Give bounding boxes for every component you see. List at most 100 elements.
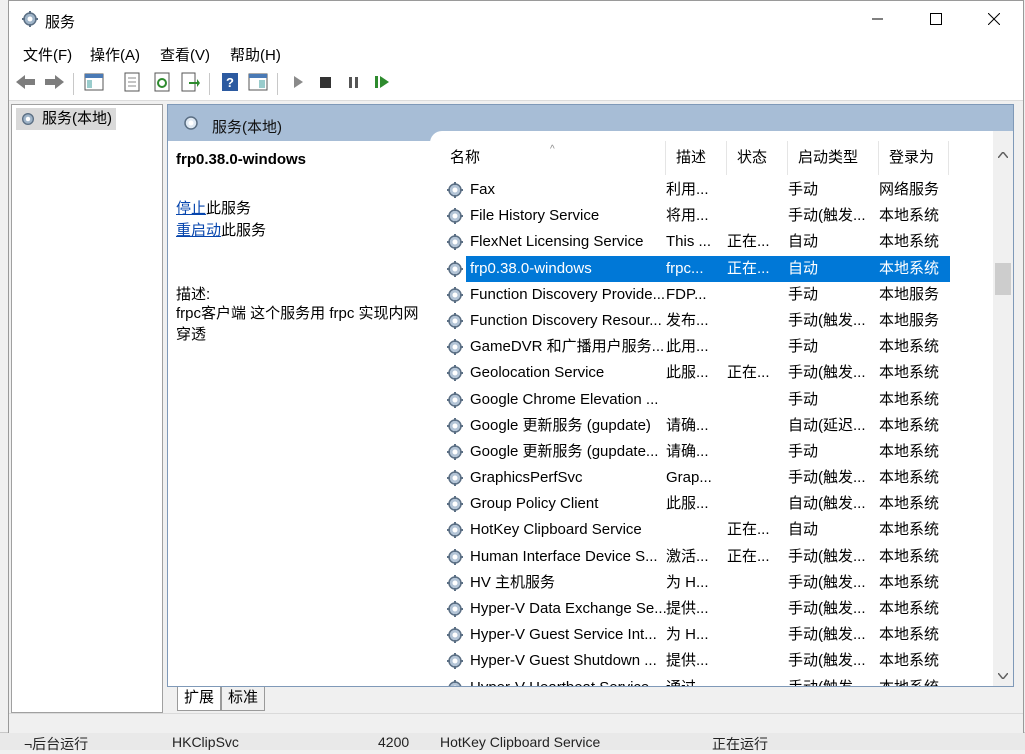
service-description-cell: 请确... xyxy=(666,442,709,460)
table-row[interactable]: Hyper-V Guest Service Int... 为 H... 手动(触发.… xyxy=(430,622,1013,648)
service-logon-cell: 本地系统 xyxy=(879,364,940,382)
table-row[interactable]: Hyper-V Data Exchange Se... 提供... 手动(触发...… xyxy=(430,596,1013,622)
table-row[interactable]: Human Interface Device S... 激活... 正在... 手动(… xyxy=(430,544,1013,570)
service-startup-cell: 手动(触发... xyxy=(788,652,866,670)
tab-standard[interactable]: 标准 xyxy=(221,687,266,711)
scroll-up-button[interactable] xyxy=(993,143,1013,163)
service-name-cell: File History Service xyxy=(470,207,600,225)
service-name-cell: GraphicsPerfSvc xyxy=(470,469,583,487)
menu-action[interactable]: 操作(A) xyxy=(90,44,140,65)
column-header-status[interactable]: 状态 xyxy=(727,141,788,175)
tree-item-services-local[interactable]: 服务(本地) xyxy=(16,108,116,130)
background-text: 正在运行 xyxy=(712,736,768,752)
table-row[interactable]: Group Policy Client 此服... 自动(触发... 本地系统 xyxy=(430,491,1013,517)
maximize-button[interactable] xyxy=(907,1,965,39)
column-header-name[interactable]: 名称 xyxy=(440,141,666,175)
table-row[interactable]: Fax 利用... 手动 网络服务 xyxy=(430,177,1013,203)
service-name-cell: Google 更新服务 (gupdate... xyxy=(470,442,659,460)
list-header: ^ 名称 描述 状态 启动类型 登录为 xyxy=(430,141,1013,175)
toolbar: ? xyxy=(9,67,1023,101)
service-description-cell: frpc... xyxy=(666,259,704,277)
service-description-cell: 通过... xyxy=(666,675,722,686)
service-startup-cell: 手动(触发... xyxy=(788,573,866,591)
service-description-cell: 激活... xyxy=(666,547,709,565)
close-icon xyxy=(987,12,1001,29)
menu-bar: 文件(F) 操作(A) 查看(V) 帮助(H) xyxy=(9,39,1023,67)
table-row[interactable]: HotKey Clipboard Service 正在... 自动 本地系统 xyxy=(430,517,1013,543)
service-description-cell: 请确... xyxy=(666,416,709,434)
scrollbar-thumb[interactable] xyxy=(995,263,1011,295)
service-description-cell: FDP... xyxy=(666,285,707,303)
refresh-button[interactable] xyxy=(151,72,173,95)
service-logon-cell: 本地系统 xyxy=(879,600,940,617)
pause-icon xyxy=(348,76,360,93)
close-button[interactable] xyxy=(965,1,1023,39)
scroll-down-button[interactable] xyxy=(993,664,1013,684)
export-list-button[interactable] xyxy=(179,72,201,95)
tab-extended[interactable]: 扩展 xyxy=(177,687,222,711)
service-logon-cell: 本地系统 xyxy=(879,573,940,591)
service-logon-cell: 本地系统 xyxy=(879,338,940,356)
toolbar-separator xyxy=(277,73,278,95)
column-header-startup-type[interactable]: 启动类型 xyxy=(788,141,879,175)
forward-arrow-icon xyxy=(44,74,64,94)
menu-file[interactable]: 文件(F) xyxy=(23,44,72,65)
table-row[interactable]: HV 主机服务 为 H... 手动(触发... 本地系统 xyxy=(430,570,1013,596)
service-startup-cell: 手动 xyxy=(788,285,819,303)
back-button[interactable] xyxy=(15,73,37,95)
selected-service-name: frp0.38.0-windows xyxy=(176,151,307,168)
table-row[interactable]: FlexNet Licensing Service This ... 正在... 自动… xyxy=(430,229,1013,255)
table-row[interactable]: Google Chrome Elevation ... 手动 本地系统 xyxy=(430,387,1013,413)
service-description-cell: 发布... xyxy=(666,311,709,329)
table-row[interactable]: Function Discovery Provide... FDP... 手动 本地服… xyxy=(430,282,1013,308)
background-window-strip: ¬后台运行 HKClipSvc 4200 HotKey Clipboard Se… xyxy=(0,732,1025,752)
service-gear-icon xyxy=(446,679,464,686)
vertical-scrollbar[interactable] xyxy=(993,131,1013,686)
service-logon-cell: 本地系统 xyxy=(879,675,949,686)
column-header-logon-as[interactable]: 登录为 xyxy=(879,141,949,175)
page-icon xyxy=(123,72,141,96)
table-row[interactable]: Geolocation Service 此服... 正在... 手动(触发... 本地系… xyxy=(430,360,1013,386)
table-row[interactable]: Hyper-V Guest Shutdown ... 提供... 手动(触发... 本… xyxy=(430,648,1013,674)
restart-service-button[interactable] xyxy=(371,73,393,95)
pause-service-button[interactable] xyxy=(343,73,365,95)
column-header-description[interactable]: 描述 xyxy=(666,141,727,175)
background-text: 4200 xyxy=(378,734,410,750)
service-status-cell: 正在... xyxy=(727,364,770,382)
forward-button[interactable] xyxy=(43,73,65,95)
service-startup-cell: 手动 xyxy=(788,442,819,460)
table-row[interactable]: File History Service 将用... 手动(触发... 本地系统 xyxy=(430,203,1013,229)
table-row[interactable]: frp0.38.0-windows frpc... 正在... 自动 本地系统 xyxy=(430,255,1013,282)
minimize-button[interactable] xyxy=(849,1,907,39)
restart-service-link[interactable]: 重启动 xyxy=(176,222,221,239)
service-name-cell: HV 主机服务 xyxy=(470,573,556,591)
service-name-cell: FlexNet Licensing Service xyxy=(470,233,644,251)
help-button[interactable]: ? xyxy=(219,73,241,95)
start-service-button[interactable] xyxy=(287,73,309,95)
service-name-cell: Human Interface Device S... xyxy=(470,547,658,565)
properties-page-button[interactable] xyxy=(121,72,143,96)
service-startup-cell: 手动(触发... xyxy=(788,547,866,565)
stop-service-link[interactable]: 停止 xyxy=(176,200,206,217)
table-row[interactable]: GraphicsPerfSvc Grap... 手动(触发... 本地系统 xyxy=(430,465,1013,491)
title-bar[interactable]: 服务 xyxy=(9,1,1023,39)
menu-help[interactable]: 帮助(H) xyxy=(230,44,281,65)
table-row[interactable]: Google 更新服务 (gupdate... 请确... 手动 本地系统 xyxy=(430,439,1013,465)
table-row[interactable]: Function Discovery Resour... 发布... 手动(触发..… xyxy=(430,308,1013,334)
action-pane-button[interactable] xyxy=(247,73,269,95)
service-name-cell: Google 更新服务 (gupdate) xyxy=(470,416,651,434)
service-startup-cell: 手动(触发... xyxy=(788,469,866,487)
service-logon-cell: 本地系统 xyxy=(879,547,940,565)
menu-view[interactable]: 查看(V) xyxy=(160,44,210,65)
service-logon-cell: 网络服务 xyxy=(879,181,940,198)
show-console-tree-button[interactable] xyxy=(83,73,105,95)
table-row[interactable]: Hyper-V Heartbeat Service通过... 手动(触发...本地… xyxy=(430,675,1013,686)
table-row[interactable]: GameDVR 和广播用户服务... 此用... 手动 本地系统 xyxy=(430,334,1013,360)
table-row[interactable]: Google 更新服务 (gupdate) 请确... 自动(延迟... 本地系统 xyxy=(430,413,1013,439)
view-tabs: 扩展 标准 xyxy=(167,687,567,711)
stop-service-button[interactable] xyxy=(315,73,337,95)
service-name-cell: Hyper-V Heartbeat Service xyxy=(470,675,666,686)
minimize-icon xyxy=(872,12,884,29)
maximize-icon xyxy=(930,12,942,29)
service-startup-cell: 手动 xyxy=(788,390,819,408)
